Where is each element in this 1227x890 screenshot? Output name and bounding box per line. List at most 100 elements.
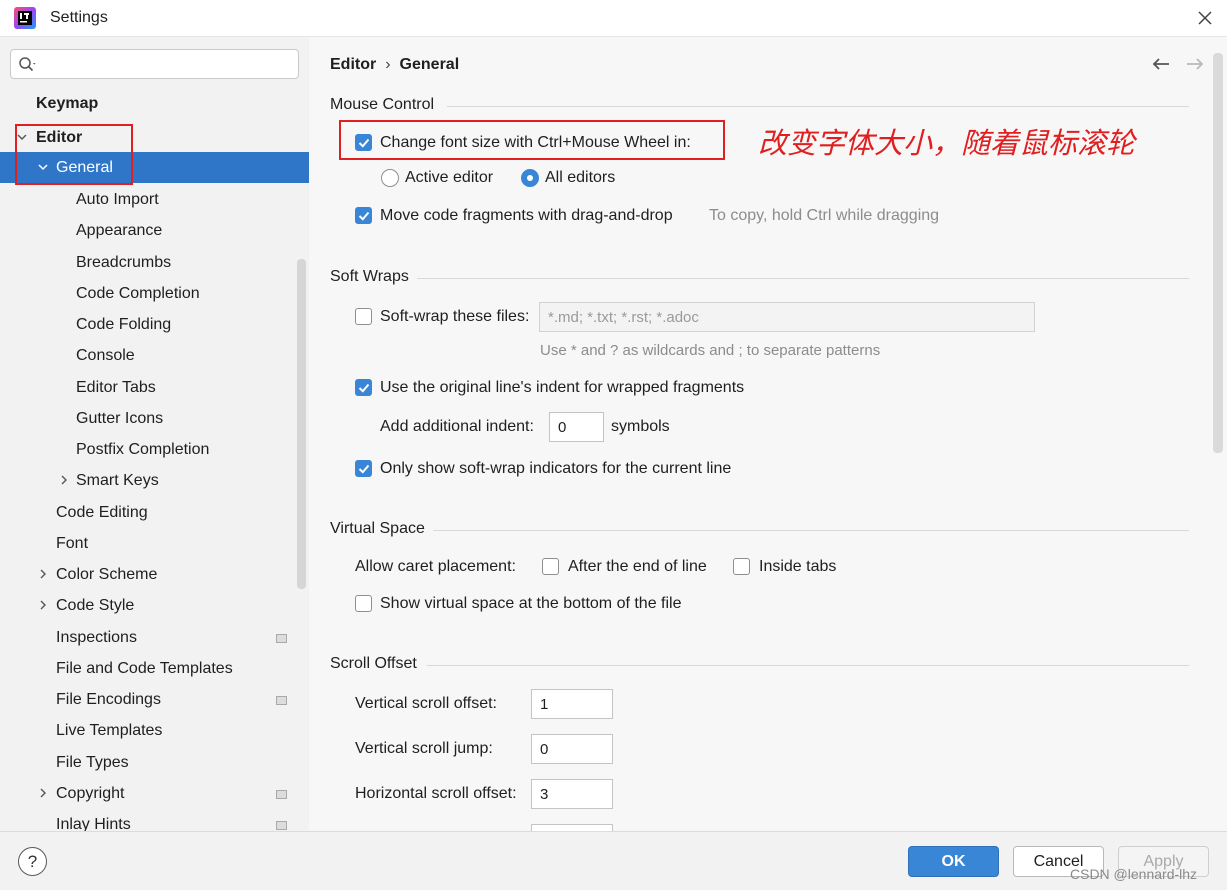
- sidebar-item-label: Keymap: [36, 95, 99, 112]
- sidebar-item-smart-keys[interactable]: Smart Keys: [0, 465, 309, 496]
- section-title-scroll-offset: Scroll Offset: [330, 655, 417, 672]
- sidebar-item-keymap[interactable]: Keymap: [0, 88, 309, 119]
- sidebar-item-label: Appearance: [76, 222, 163, 239]
- vertical-scroll-jump-field[interactable]: [531, 734, 613, 764]
- section-divider: [417, 278, 1189, 279]
- back-arrow-icon[interactable]: [1151, 56, 1171, 72]
- additional-indent-label: Add additional indent:: [380, 418, 534, 435]
- content-scrollbar[interactable]: [1213, 53, 1223, 453]
- sidebar-item-inspections[interactable]: Inspections: [0, 622, 309, 653]
- forward-arrow-icon[interactable]: [1185, 56, 1205, 72]
- sidebar-item-file-encodings[interactable]: File Encodings: [0, 684, 309, 715]
- sidebar-item-label: Smart Keys: [76, 472, 159, 489]
- dialog-footer: ? OK Cancel Apply CSDN @lennard-lhz: [0, 831, 1227, 890]
- sidebar-item-label: Breadcrumbs: [76, 254, 172, 271]
- sidebar-item-file-and-code-templates[interactable]: File and Code Templates: [0, 653, 309, 684]
- all-editors-radio[interactable]: [521, 169, 539, 187]
- horizontal-scroll-offset-label: Horizontal scroll offset:: [355, 785, 517, 802]
- allow-caret-label: Allow caret placement:: [355, 558, 516, 575]
- breadcrumb: Editor › General: [330, 56, 459, 74]
- soft-wrap-patterns-field[interactable]: [539, 302, 1035, 332]
- section-divider: [447, 106, 1189, 107]
- breadcrumb-separator: ›: [385, 56, 391, 73]
- show-virtual-space-checkbox[interactable]: [355, 595, 372, 612]
- sidebar-item-copyright[interactable]: Copyright: [0, 778, 309, 809]
- vertical-scroll-jump-label: Vertical scroll jump:: [355, 740, 493, 757]
- close-icon[interactable]: [1195, 8, 1215, 28]
- sidebar-item-label: Copyright: [56, 785, 125, 802]
- sidebar-item-live-templates[interactable]: Live Templates: [0, 715, 309, 746]
- soft-wrap-files-label[interactable]: Soft-wrap these files:: [380, 308, 529, 326]
- chevron-right-icon[interactable]: [59, 475, 69, 485]
- sidebar-item-auto-import[interactable]: Auto Import: [0, 184, 309, 215]
- breadcrumb-current: General: [399, 56, 460, 73]
- sidebar-item-label: File Types: [56, 754, 129, 771]
- chevron-right-icon[interactable]: [38, 788, 48, 798]
- soft-wrap-indicators-label[interactable]: Only show soft-wrap indicators for the c…: [380, 460, 731, 478]
- all-editors-label[interactable]: All editors: [545, 169, 615, 187]
- section-title-virtual-space: Virtual Space: [330, 520, 425, 537]
- annotation-highlight-box: [15, 124, 133, 185]
- section-title-soft-wraps: Soft Wraps: [330, 268, 409, 285]
- show-virtual-space-label[interactable]: Show virtual space at the bottom of the …: [380, 595, 682, 613]
- inside-tabs-checkbox[interactable]: [733, 558, 750, 575]
- project-settings-icon: [276, 821, 287, 830]
- sidebar-item-label: Live Templates: [56, 722, 163, 739]
- sidebar-item-console[interactable]: Console: [0, 340, 309, 371]
- sidebar-item-appearance[interactable]: Appearance: [0, 215, 309, 246]
- section-title-mouse-control: Mouse Control: [330, 96, 435, 113]
- inside-tabs-label[interactable]: Inside tabs: [759, 558, 836, 576]
- sidebar-item-file-types[interactable]: File Types: [0, 747, 309, 778]
- settings-content-panel: Editor › General Mouse Control Change font…: [309, 37, 1227, 831]
- title-bar: Settings: [0, 0, 1227, 37]
- sidebar-item-label: Color Scheme: [56, 566, 158, 583]
- sidebar-item-color-scheme[interactable]: Color Scheme: [0, 559, 309, 590]
- sidebar-scrollbar[interactable]: [297, 259, 306, 589]
- sidebar-item-label: Postfix Completion: [76, 441, 210, 458]
- original-indent-checkbox[interactable]: [355, 379, 372, 396]
- sidebar-item-postfix-completion[interactable]: Postfix Completion: [0, 434, 309, 465]
- sidebar-item-font[interactable]: Font: [0, 528, 309, 559]
- sidebar-item-label: Font: [56, 535, 89, 552]
- chevron-right-icon[interactable]: [38, 569, 48, 579]
- move-code-fragments-checkbox[interactable]: [355, 207, 372, 224]
- annotation-text: 改变字体大小，随着鼠标滚轮: [758, 126, 1136, 160]
- annotation-highlight-box: [339, 120, 725, 160]
- sidebar-item-label: Editor Tabs: [76, 379, 156, 396]
- sidebar-item-editor-tabs[interactable]: Editor Tabs: [0, 372, 309, 403]
- active-editor-radio[interactable]: [381, 169, 399, 187]
- after-end-of-line-label[interactable]: After the end of line: [568, 558, 707, 576]
- active-editor-label[interactable]: Active editor: [405, 169, 493, 187]
- sidebar-item-label: Code Folding: [76, 316, 172, 333]
- checkmark-icon: [358, 383, 370, 393]
- sidebar-item-code-folding[interactable]: Code Folding: [0, 309, 309, 340]
- ok-button[interactable]: OK: [908, 846, 999, 877]
- vertical-scroll-offset-field[interactable]: [531, 689, 613, 719]
- settings-search-input[interactable]: [10, 49, 299, 79]
- sidebar-item-label: Inspections: [56, 629, 137, 646]
- original-indent-label[interactable]: Use the original line's indent for wrapp…: [380, 379, 744, 397]
- breadcrumb-parent[interactable]: Editor: [330, 56, 376, 73]
- settings-sidebar: Keymap Editor General Auto Import Appear…: [0, 37, 309, 831]
- sidebar-item-code-style[interactable]: Code Style: [0, 590, 309, 621]
- sidebar-item-label: Code Editing: [56, 504, 148, 521]
- intellij-app-icon: [14, 7, 36, 29]
- sidebar-item-breadcrumbs[interactable]: Breadcrumbs: [0, 247, 309, 278]
- after-end-of-line-checkbox[interactable]: [542, 558, 559, 575]
- sidebar-item-label: Auto Import: [76, 191, 159, 208]
- horizontal-scroll-jump-field[interactable]: [531, 824, 613, 831]
- chevron-right-icon[interactable]: [38, 600, 48, 610]
- soft-wrap-indicators-checkbox[interactable]: [355, 460, 372, 477]
- move-code-fragments-label[interactable]: Move code fragments with drag-and-drop: [380, 207, 673, 225]
- horizontal-scroll-offset-field[interactable]: [531, 779, 613, 809]
- sidebar-item-inlay-hints[interactable]: Inlay Hints: [0, 809, 309, 831]
- search-icon: [19, 57, 36, 72]
- additional-indent-field[interactable]: [549, 412, 604, 442]
- sidebar-item-gutter-icons[interactable]: Gutter Icons: [0, 403, 309, 434]
- window-title: Settings: [50, 9, 108, 26]
- sidebar-item-label: Inlay Hints: [56, 816, 131, 831]
- sidebar-item-code-completion[interactable]: Code Completion: [0, 278, 309, 309]
- sidebar-item-code-editing[interactable]: Code Editing: [0, 497, 309, 528]
- soft-wrap-files-checkbox[interactable]: [355, 308, 372, 325]
- help-button[interactable]: ?: [18, 847, 47, 876]
